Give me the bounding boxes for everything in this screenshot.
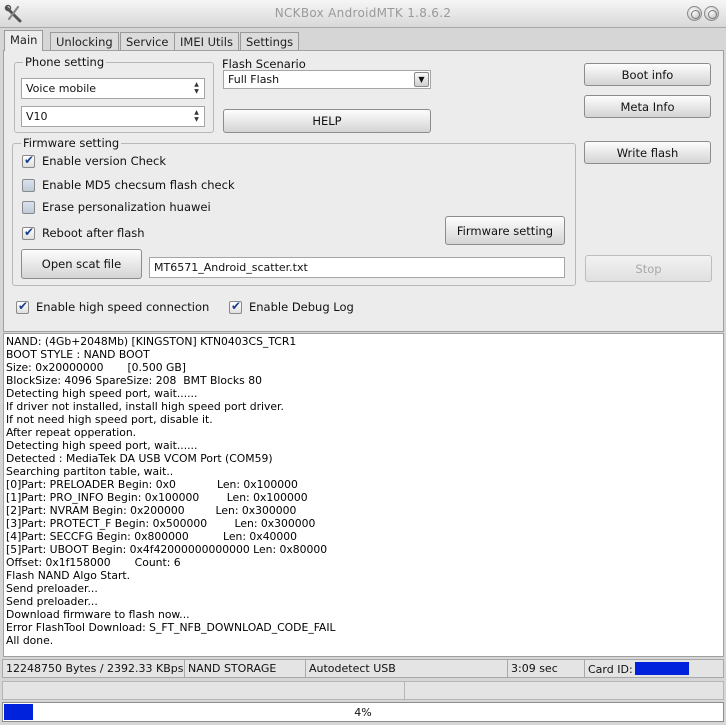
log-line: [4]Part: SECCFG Begin: 0x800000 Len: 0x4… (6, 530, 298, 543)
log-line: Send preloader... (6, 582, 98, 595)
checkbox-checked-icon[interactable] (22, 225, 35, 240)
phone-model-value: V10 (26, 110, 48, 123)
checkbox-label: Enable MD5 checsum flash check (42, 178, 235, 192)
log-line: [2]Part: NVRAM Begin: 0x200000 Len: 0x30… (6, 504, 297, 517)
log-line: [5]Part: UBOOT Begin: 0x4f42000000000000… (6, 543, 328, 556)
checkbox-checked-icon[interactable] (229, 299, 242, 314)
log-line: Offset: 0x1f158000 Count: 6 (6, 556, 181, 569)
enable-version-check-checkbox[interactable]: Enable version Check (22, 153, 166, 168)
checkbox-label: Reboot after flash (42, 226, 145, 240)
maximize-button[interactable] (687, 6, 702, 21)
boot-info-button[interactable]: Boot info (584, 63, 711, 86)
secondary-status-bar (2, 681, 724, 700)
log-line: [0]Part: PRELOADER Begin: 0x0 Len: 0x100… (6, 478, 298, 491)
chevron-down-icon[interactable]: ▼ (414, 72, 429, 87)
log-line: Detected : MediaTek DA USB VCOM Port (CO… (6, 452, 273, 465)
flash-scenario-label: Flash Scenario (222, 57, 306, 71)
log-line: After repeat opperation. (6, 426, 137, 439)
card-id-value (634, 662, 689, 675)
phone-type-value: Voice mobile (26, 82, 97, 95)
tab-settings[interactable]: Settings (240, 32, 300, 50)
checkbox-label: Erase personalization huawei (42, 200, 211, 214)
transfer-stats: 12248750 Bytes / 2392.33 KBps (3, 660, 185, 677)
status-bar: 12248750 Bytes / 2392.33 KBps NAND STORA… (2, 659, 724, 678)
phone-type-select[interactable]: Voice mobile ▲ ▼ (21, 78, 205, 99)
close-button[interactable] (704, 6, 719, 21)
log-line: Error FlashTool Download: S_FT_NFB_DOWNL… (6, 621, 336, 634)
tab-imei-utils[interactable]: IMEI Utils (174, 32, 239, 50)
flash-scenario-value: Full Flash (228, 73, 280, 86)
log-line: BlockSize: 4096 SpareSize: 208 BMT Block… (6, 374, 262, 387)
phone-setting-label: Phone setting (23, 55, 107, 69)
progress-percent: 4% (354, 706, 372, 719)
log-line: Send preloader... (6, 595, 98, 608)
log-line: If not need high speed port, disable it. (6, 413, 213, 426)
status-cell-empty (3, 682, 405, 699)
checkbox-label: Enable version Check (42, 154, 166, 168)
log-line: All done. (6, 634, 54, 647)
checkbox-label: Enable high speed connection (36, 300, 210, 314)
spinner-arrows-icon[interactable]: ▲ ▼ (191, 109, 202, 124)
storage-type: NAND STORAGE (185, 660, 306, 677)
log-line: NAND: (4Gb+2048Mb) [KINGSTON] KTN0403CS_… (6, 335, 297, 348)
checkbox-unchecked-icon[interactable] (22, 200, 35, 214)
log-output[interactable]: NAND: (4Gb+2048Mb) [KINGSTON] KTN0403CS_… (3, 333, 724, 657)
help-button[interactable]: HELP (223, 109, 431, 133)
log-line: Flash NAND Algo Start. (6, 569, 131, 582)
flash-scenario-select[interactable]: Full Flash ▼ (223, 70, 431, 89)
spinner-arrows-icon[interactable]: ▲ ▼ (191, 81, 202, 96)
log-line: [1]Part: PRO_INFO Begin: 0x100000 Len: 0… (6, 491, 308, 504)
card-id-label: Card ID: (588, 663, 633, 676)
main-panel: Phone setting Voice mobile ▲ ▼ V10 ▲ ▼ Fla… (3, 50, 724, 332)
firmware-setting-button[interactable]: Firmware setting (445, 216, 565, 245)
tab-main[interactable]: Main (4, 30, 44, 51)
title-bar: NCKBox AndroidMTK 1.8.6.2 (0, 0, 726, 28)
log-line: Detecting high speed port, wait...... (6, 439, 198, 452)
log-line: Searching partiton table, wait.. (6, 465, 174, 478)
meta-info-button[interactable]: Meta Info (584, 95, 711, 118)
card-id: Card ID: (585, 660, 723, 677)
checkbox-label: Enable Debug Log (249, 300, 354, 314)
log-line: Detecting high speed port, wait...... (6, 387, 198, 400)
high-speed-connection-checkbox[interactable]: Enable high speed connection (16, 299, 210, 314)
checkbox-unchecked-icon[interactable] (22, 178, 35, 192)
open-scat-file-button[interactable]: Open scat file (21, 249, 142, 279)
reboot-after-flash-checkbox[interactable]: Reboot after flash (22, 225, 145, 240)
checkbox-checked-icon[interactable] (16, 299, 29, 314)
debug-log-checkbox[interactable]: Enable Debug Log (229, 299, 354, 314)
write-flash-button[interactable]: Write flash (584, 141, 711, 164)
phone-model-select[interactable]: V10 ▲ ▼ (21, 106, 205, 127)
window-title: NCKBox AndroidMTK 1.8.6.2 (274, 6, 452, 20)
firmware-setting-label: Firmware setting (21, 136, 122, 150)
log-line: If driver not installed, install high sp… (6, 400, 284, 413)
enable-md5-check-checkbox[interactable]: Enable MD5 checsum flash check (22, 178, 235, 192)
log-line: Download firmware to flash now... (6, 608, 190, 621)
log-line: [3]Part: PROTECT_F Begin: 0x500000 Len: … (6, 517, 316, 530)
tab-service[interactable]: Service (120, 32, 175, 50)
tab-unlocking[interactable]: Unlocking (50, 32, 119, 50)
erase-personalization-checkbox[interactable]: Erase personalization huawei (22, 200, 211, 214)
stop-button[interactable]: Stop (585, 255, 712, 282)
checkbox-checked-icon[interactable] (22, 153, 35, 168)
log-line: Size: 0x20000000 [0.500 GB] (6, 361, 187, 374)
port-mode: Autodetect USB (306, 660, 508, 677)
progress-bar: 4% (2, 702, 724, 722)
scatter-file-field[interactable]: MT6571_Android_scatter.txt (149, 257, 565, 278)
log-line: BOOT STYLE : NAND BOOT (6, 348, 150, 361)
elapsed-time: 3:09 sec (508, 660, 585, 677)
